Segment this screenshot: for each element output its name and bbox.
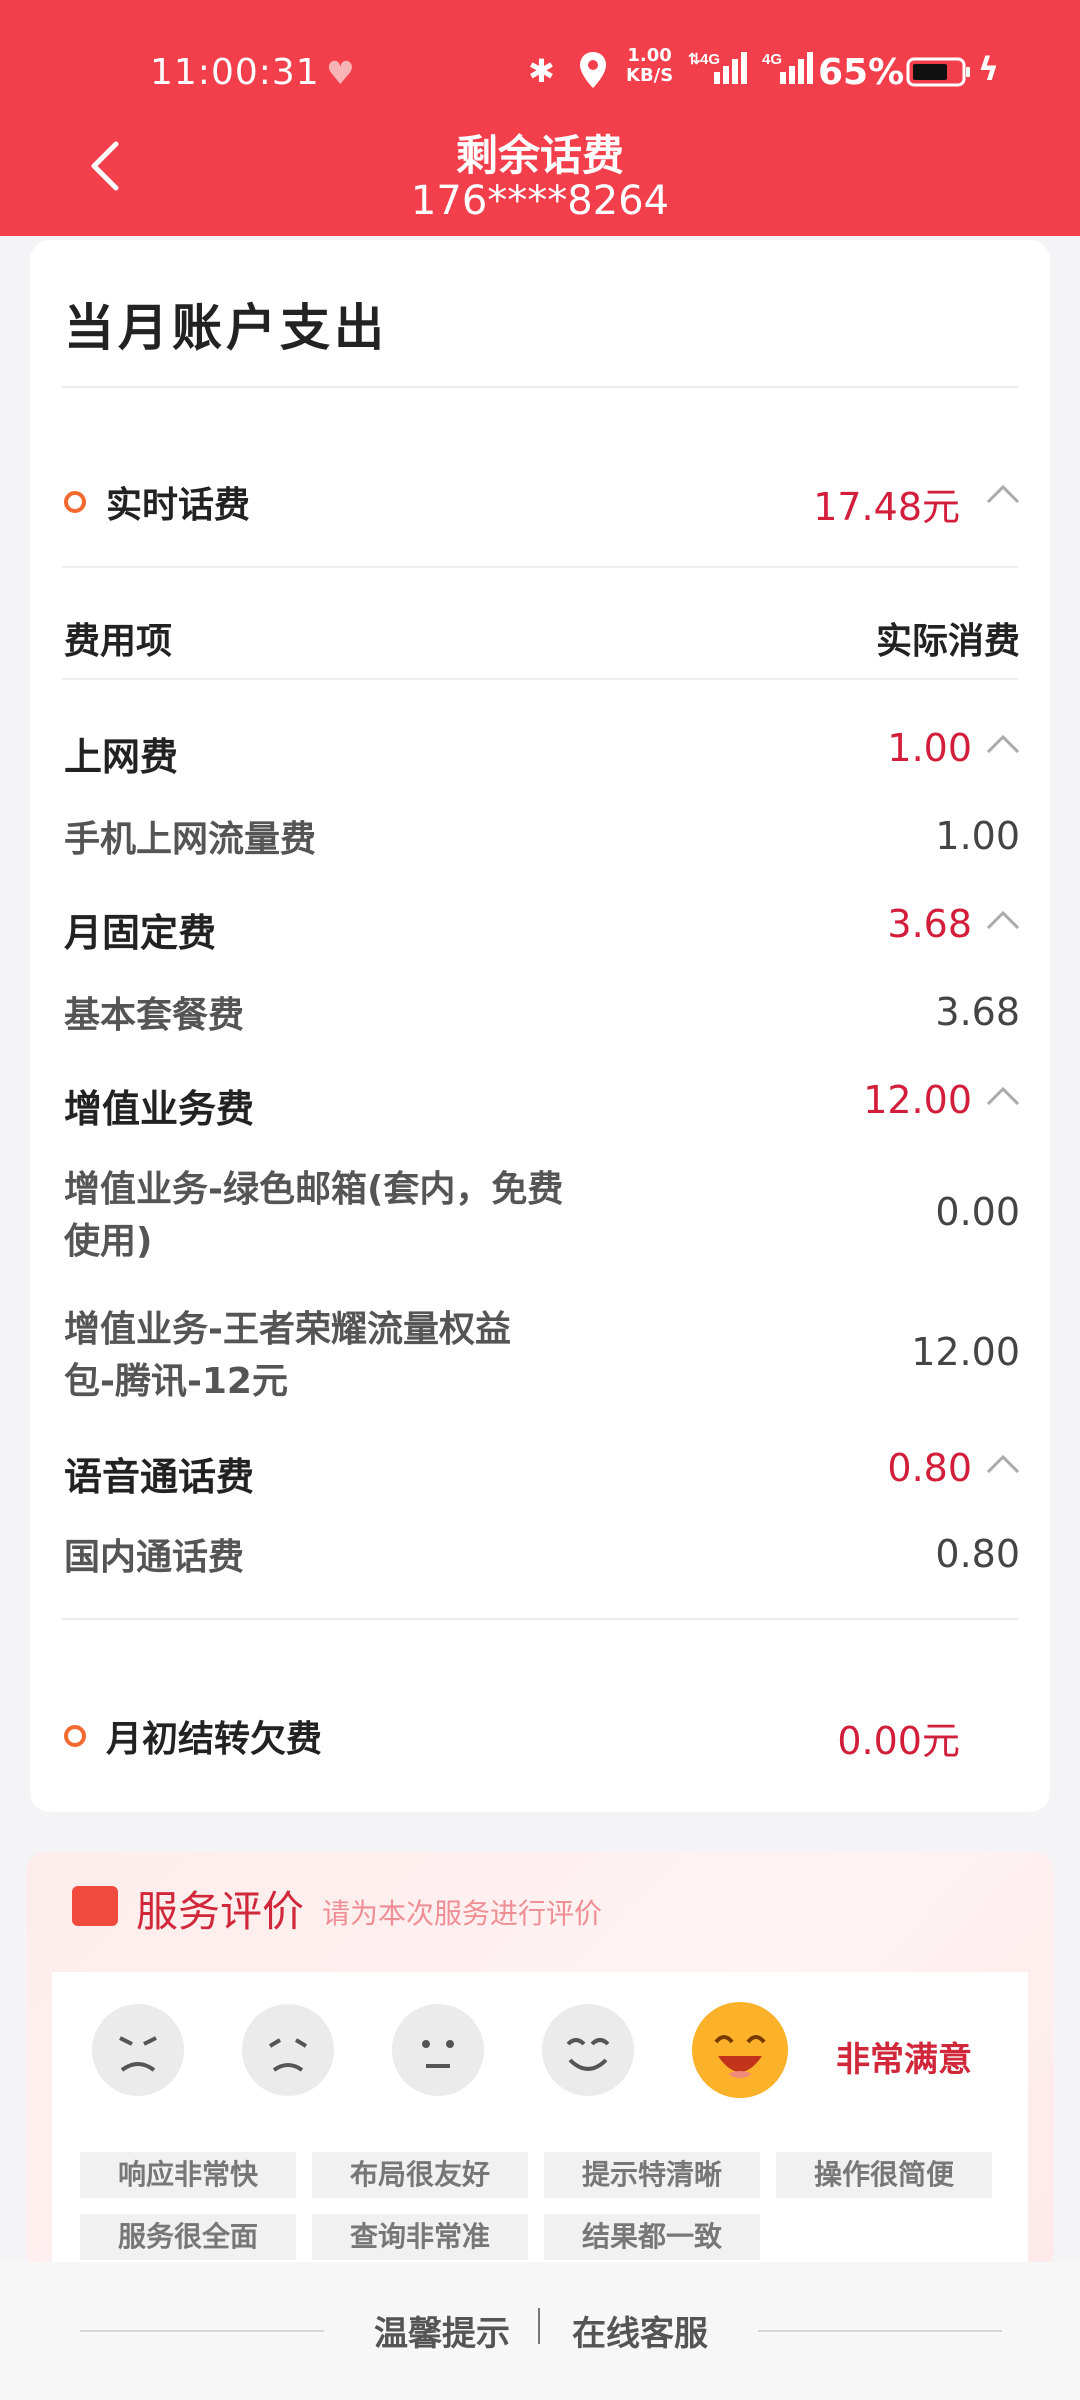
divider — [62, 386, 1018, 388]
col-actual-header: 实际消费 — [875, 621, 1020, 662]
bullet-dot-icon — [64, 491, 86, 513]
divider — [62, 1618, 1018, 1620]
signal-icon-sim2: 4G — [762, 48, 818, 97]
feedback-tag[interactable]: 提示特清晰 — [544, 2152, 760, 2198]
fee-item-row: 增值业务-王者荣耀流量权益 包-腾讯-12元 12.00 — [64, 1304, 1020, 1408]
divider — [80, 2330, 324, 2332]
fee-category-row[interactable]: 语音通话费 0.80 — [64, 1446, 1020, 1499]
angry-face-icon[interactable] — [92, 2004, 184, 2096]
smile-face-icon[interactable] — [542, 2004, 634, 2096]
fee-item-name: 国内通话费 — [64, 1537, 245, 1578]
column-header-row: 费用项 实际消费 — [64, 612, 1020, 662]
heart-icon: ♥ — [326, 54, 355, 92]
fee-item-amount: 0.00 — [935, 1190, 1020, 1234]
evaluation-body: 非常满意 响应非常快 布局很友好 提示特清晰 操作很简便 服务很全面 查询非常准… — [52, 1972, 1028, 2272]
battery-percent: 65% — [818, 52, 905, 93]
header: 11:00:31 ♥ ✱ 1.00 KB/S ⇅ 4G 4G 65% ϟ 剩余话… — [0, 0, 1080, 236]
chevron-up-icon[interactable] — [986, 732, 1020, 756]
neutral-face-icon[interactable] — [392, 2004, 484, 2096]
card-title: 当月账户支出 — [64, 299, 388, 357]
fee-category-name: 增值业务费 — [64, 1087, 255, 1131]
fee-category-row[interactable]: 增值业务费 12.00 — [64, 1078, 1020, 1131]
chevron-up-icon[interactable] — [986, 482, 1020, 506]
net-speed-unit: KB/S — [626, 65, 674, 86]
realtime-fee-label: 实时话费 — [106, 485, 251, 526]
fee-item-amount: 0.80 — [935, 1532, 1020, 1576]
col-item-header: 费用项 — [64, 621, 173, 662]
status-bar: 11:00:31 ♥ ✱ 1.00 KB/S ⇅ 4G 4G 65% ϟ — [0, 40, 1080, 100]
fee-item-amount: 1.00 — [935, 814, 1020, 858]
fee-item-row: 手机上网流量费 1.00 — [64, 814, 1020, 864]
fee-item-name-line2: 包-腾讯-12元 — [64, 1361, 288, 1402]
fee-item-name: 基本套餐费 — [64, 995, 245, 1036]
service-evaluation-panel: 服务评价 请为本次服务进行评价 非常满意 响应非常快 布局很友好 提示特清晰 操… — [26, 1852, 1054, 2272]
fee-item-name-line1: 增值业务-王者荣耀流量权益 — [64, 1309, 511, 1350]
selected-rating-label: 非常满意 — [836, 2040, 972, 2080]
fee-category-row[interactable]: 上网费 1.00 — [64, 726, 1020, 779]
evaluation-subtitle: 请为本次服务进行评价 — [322, 1897, 603, 1930]
status-time: 11:00:31 — [150, 52, 320, 93]
fee-category-name: 上网费 — [64, 735, 179, 779]
chevron-up-icon[interactable] — [986, 908, 1020, 932]
chat-bubble-icon — [72, 1886, 118, 1926]
realtime-fee-row[interactable]: 实时话费 17.48元 — [64, 476, 1020, 529]
fee-category-amount: 12.00 — [863, 1078, 972, 1122]
fee-category-amount: 1.00 — [887, 726, 972, 770]
net-type-2: 4G — [762, 51, 782, 68]
online-service-link[interactable]: 在线客服 — [572, 2306, 708, 2355]
feedback-tag[interactable]: 操作很简便 — [776, 2152, 992, 2198]
tips-link[interactable]: 温馨提示 — [374, 2306, 510, 2355]
page-title: 剩余话费 — [455, 131, 624, 180]
fee-category-amount: 0.80 — [887, 1446, 972, 1490]
chevron-up-icon[interactable] — [986, 1084, 1020, 1108]
arrears-label: 月初结转欠费 — [106, 1719, 323, 1760]
battery-icon — [906, 56, 972, 97]
divider — [62, 678, 1018, 680]
sad-face-icon[interactable] — [242, 2004, 334, 2096]
footer: 温馨提示 在线客服 — [0, 2262, 1080, 2400]
fee-category-name: 语音通话费 — [64, 1455, 255, 1499]
feedback-tag[interactable]: 服务很全面 — [80, 2214, 296, 2260]
fee-category-amount: 3.68 — [887, 902, 972, 946]
fee-item-row: 国内通话费 0.80 — [64, 1532, 1020, 1582]
bullet-dot-icon — [64, 1725, 86, 1747]
feedback-tag[interactable]: 响应非常快 — [80, 2152, 296, 2198]
fee-item-row: 基本套餐费 3.68 — [64, 990, 1020, 1040]
fee-item-name-line1: 增值业务-绿色邮箱(套内，免费 — [64, 1169, 564, 1210]
realtime-fee-amount: 17.48元 — [813, 485, 960, 529]
net-speed: 1.00 KB/S — [626, 46, 673, 86]
fee-item-amount: 12.00 — [911, 1330, 1020, 1374]
very-satisfied-face-icon[interactable] — [692, 2002, 788, 2098]
divider — [758, 2330, 1002, 2332]
feedback-tag[interactable]: 布局很友好 — [312, 2152, 528, 2198]
net-type-1: 4G — [700, 51, 720, 68]
divider — [62, 566, 1018, 568]
evaluation-title: 服务评价 — [136, 1887, 305, 1936]
divider — [538, 2308, 540, 2344]
net-speed-value: 1.00 — [627, 45, 672, 66]
feedback-tag[interactable]: 结果都一致 — [544, 2214, 760, 2260]
charging-icon: ϟ — [978, 50, 1000, 88]
signal-icon-sim1: ⇅ 4G — [688, 48, 752, 97]
fee-item-name: 手机上网流量费 — [64, 819, 317, 860]
feedback-tag[interactable]: 查询非常准 — [312, 2214, 528, 2260]
fee-category-row[interactable]: 月固定费 3.68 — [64, 902, 1020, 955]
chevron-up-icon[interactable] — [986, 1452, 1020, 1476]
monthly-expense-card: 当月账户支出 实时话费 17.48元 费用项 实际消费 上网费 1.00 手机上… — [30, 240, 1050, 1812]
fee-item-row: 增值业务-绿色邮箱(套内，免费 使用) 0.00 — [64, 1164, 1020, 1268]
fee-item-name-line2: 使用) — [64, 1221, 153, 1262]
fee-category-name: 月固定费 — [64, 911, 217, 955]
fee-item-amount: 3.68 — [935, 990, 1020, 1034]
bluetooth-icon: ✱ — [528, 52, 555, 90]
phone-number: 176****8264 — [410, 178, 670, 224]
arrears-amount: 0.00元 — [837, 1719, 960, 1763]
arrears-row: 月初结转欠费 0.00元 — [64, 1710, 1020, 1763]
location-icon — [578, 50, 608, 99]
